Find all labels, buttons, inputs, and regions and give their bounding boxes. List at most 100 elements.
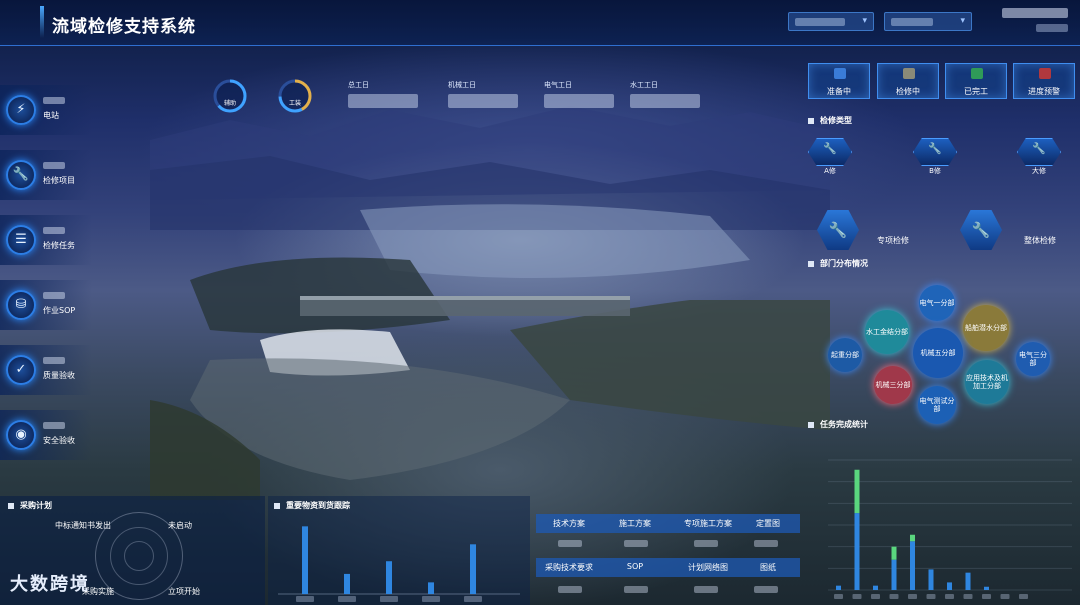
- gauge-label: 工装: [288, 100, 301, 107]
- stat-label: 电气工日: [544, 81, 572, 89]
- stat-label: 总工日: [348, 81, 369, 89]
- table-header-cell[interactable]: 图纸: [736, 562, 800, 573]
- sidebar-item-count: [43, 357, 65, 364]
- table-header-cell[interactable]: SOP: [602, 562, 668, 571]
- table-cell: [754, 586, 778, 593]
- sidebar-item-label: 检修任务: [43, 241, 75, 250]
- section-marker-icon: [808, 117, 814, 124]
- repair-kind-overhaul[interactable]: 🔧 大修: [1017, 138, 1061, 176]
- dept-bubble[interactable]: 电气三分部: [1016, 342, 1050, 376]
- section-marker-icon: [274, 502, 280, 509]
- bar: [302, 526, 308, 594]
- materials-chart: [278, 526, 520, 602]
- dept-bubble[interactable]: 应用技术及机加工分部: [965, 360, 1009, 404]
- dept-bubble[interactable]: 电气测试分部: [918, 386, 956, 424]
- table-cell: [624, 540, 648, 547]
- sidebar-item-count: [43, 227, 65, 234]
- overall-repair-icon: 🔧: [960, 210, 1002, 250]
- stat-mechanical-workdays: 机械工日: [448, 80, 518, 108]
- tick-label: [1019, 594, 1028, 599]
- bar: [873, 585, 878, 590]
- tick-label: [422, 596, 440, 602]
- table-cell: [694, 586, 718, 593]
- station-select[interactable]: ▾: [788, 12, 874, 31]
- special-repair-button[interactable]: 🔧 专项检修: [817, 210, 927, 250]
- sop-icon: ⛁: [6, 290, 36, 320]
- user-name[interactable]: [1002, 8, 1068, 18]
- bar: [891, 546, 897, 560]
- stat-total-workdays: 总工日: [348, 80, 418, 108]
- procurement-status-label: 未启动: [168, 521, 192, 530]
- repair-kind-b[interactable]: 🔧 B修: [913, 138, 957, 176]
- dept-bubble[interactable]: 船舶潜水分部: [963, 305, 1009, 351]
- section-title-repair-types: 检修类型: [808, 115, 852, 126]
- preparing-icon: [834, 68, 846, 79]
- bar: [836, 585, 841, 590]
- app-title: 流域检修支持系统: [52, 17, 196, 37]
- sidebar-item-repair-task[interactable]: ☰ 检修任务: [0, 215, 92, 265]
- section-title-dept: 部门分布情况: [808, 258, 868, 269]
- repair-kind-label: B修: [929, 167, 941, 175]
- table-cell: [558, 540, 582, 547]
- status-button-label: 准备中: [827, 87, 851, 96]
- status-button-progress-warning[interactable]: 进度预警: [1013, 63, 1075, 99]
- sidebar-item-label: 质量验收: [43, 371, 75, 380]
- stat-value: [544, 94, 614, 108]
- sidebar-item-safety[interactable]: ◉ 安全验收: [0, 410, 92, 460]
- tick-label: [926, 594, 936, 599]
- dept-bubble[interactable]: 起重分部: [828, 338, 862, 372]
- table-header-cell[interactable]: 定置图: [736, 518, 800, 529]
- tick-label: [945, 594, 954, 599]
- table-cell: [558, 586, 582, 593]
- table-header-cell[interactable]: 施工方案: [602, 518, 668, 529]
- sidebar-item-count: [43, 422, 65, 429]
- project-select[interactable]: ▾: [884, 12, 972, 31]
- stat-label: 水工工日: [630, 81, 658, 89]
- status-button-in-repair[interactable]: 检修中: [877, 63, 939, 99]
- table-row: [536, 534, 800, 553]
- tick-label: [908, 594, 917, 599]
- bar: [984, 586, 989, 590]
- tick-label: [1000, 594, 1010, 599]
- table-cell: [624, 586, 648, 593]
- section-title-procurement: 采购计划: [8, 500, 52, 511]
- tick-label: [963, 594, 973, 599]
- wrench-icon: 🔧: [6, 160, 36, 190]
- repair-kind-label: 大修: [1032, 167, 1046, 175]
- table-header-cell[interactable]: 采购技术要求: [536, 562, 602, 573]
- user-role: [1036, 24, 1068, 32]
- in-repair-icon: [903, 68, 915, 79]
- tick-label: [871, 594, 880, 599]
- project-select-value: [891, 18, 933, 26]
- sidebar-item-sop[interactable]: ⛁ 作业SOP: [0, 280, 92, 330]
- procurement-status-label: 立项开始: [168, 587, 200, 596]
- wrench-icon: 🔧: [808, 138, 852, 166]
- sidebar-item-label: 电站: [43, 111, 59, 120]
- status-button-completed[interactable]: 已完工: [945, 63, 1007, 99]
- status-button-preparing[interactable]: 准备中: [808, 63, 870, 99]
- sidebar-item-repair-project[interactable]: 🔧 检修项目: [0, 150, 92, 200]
- status-button-label: 进度预警: [1028, 87, 1060, 96]
- bar: [470, 544, 476, 594]
- warning-icon: [1039, 68, 1051, 79]
- overall-repair-label: 整体检修: [1024, 236, 1056, 245]
- completed-icon: [971, 68, 983, 79]
- dept-bubble[interactable]: 机械五分部: [913, 328, 963, 378]
- sidebar-item-station[interactable]: ⚡ 电站: [0, 85, 92, 135]
- tooling-gauge-2: [278, 79, 312, 113]
- bar: [854, 513, 860, 590]
- stat-electrical-workdays: 电气工日: [544, 80, 614, 108]
- safety-shield-icon: ◉: [6, 420, 36, 450]
- section-marker-icon: [808, 421, 814, 428]
- sidebar-item-label: 安全验收: [43, 436, 75, 445]
- procurement-stage-label: 中标通知书发出: [55, 521, 111, 530]
- dept-bubble[interactable]: 水工金结分部: [865, 310, 909, 354]
- dept-bubble[interactable]: 电气一分部: [919, 285, 955, 321]
- bar: [386, 561, 392, 594]
- sidebar-item-quality[interactable]: ✓ 质量验收: [0, 345, 92, 395]
- overall-repair-button[interactable]: 🔧 整体检修: [960, 210, 1070, 250]
- repair-kind-a[interactable]: 🔧 A修: [808, 138, 852, 176]
- dept-bubble[interactable]: 机械三分部: [874, 366, 912, 404]
- table-header-cell[interactable]: 技术方案: [536, 518, 602, 529]
- bar: [854, 469, 860, 514]
